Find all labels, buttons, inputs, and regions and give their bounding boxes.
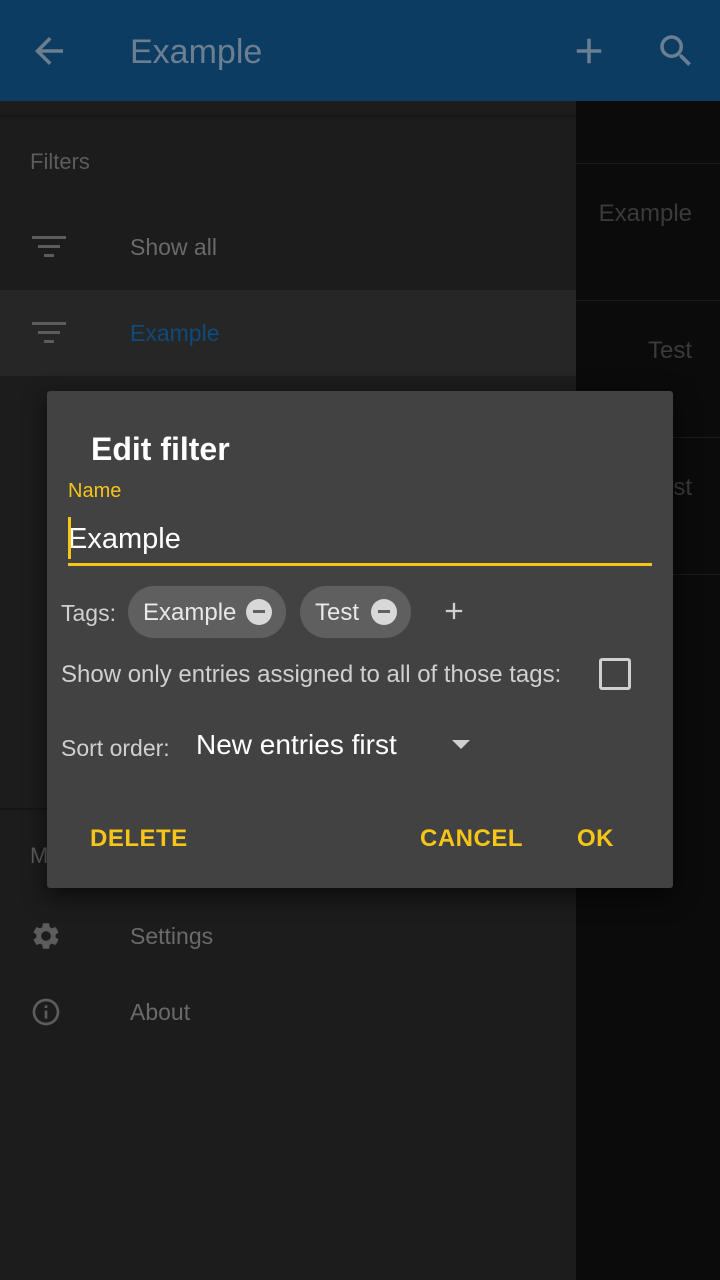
- delete-button[interactable]: DELETE: [90, 825, 188, 853]
- drawer-item-label: Show all: [130, 234, 217, 260]
- show-only-all-tags-label: Show only entries assigned to all of tho…: [61, 661, 562, 688]
- drawer-item-label: Example: [130, 320, 220, 346]
- tags-label: Tags:: [61, 600, 116, 626]
- tag-chip-label: Example: [143, 599, 237, 626]
- list-item-label: st: [673, 474, 692, 501]
- info-icon: [32, 998, 60, 1026]
- list-item[interactable]: Example: [576, 163, 720, 300]
- tag-chip-test[interactable]: Test: [300, 586, 411, 638]
- drawer-item-label: About: [130, 999, 191, 1025]
- filter-icon: [32, 236, 66, 257]
- gear-icon: [33, 923, 59, 949]
- remove-circle-icon[interactable]: [246, 599, 272, 625]
- more-header: M: [30, 843, 49, 868]
- dropdown-arrow-icon[interactable]: [452, 740, 470, 749]
- filter-icon: [32, 322, 66, 343]
- sort-order-label: Sort order:: [61, 735, 170, 761]
- remove-circle-icon[interactable]: [371, 599, 397, 625]
- list-item-label: Example: [598, 200, 692, 227]
- drawer-item-show-all[interactable]: Show all: [0, 204, 576, 290]
- plus-icon[interactable]: [568, 30, 610, 72]
- tag-chip-example[interactable]: Example: [128, 586, 286, 638]
- cancel-button[interactable]: CANCEL: [420, 825, 523, 853]
- show-only-all-tags-checkbox[interactable]: [599, 658, 631, 690]
- drawer-item-settings[interactable]: Settings: [0, 893, 576, 979]
- name-field-label: Name: [68, 480, 122, 502]
- name-field[interactable]: [68, 516, 652, 566]
- dialog-title: Edit filter: [91, 431, 230, 467]
- sort-order-select[interactable]: New entries first: [196, 729, 397, 761]
- edit-filter-dialog: Edit filter Name Tags: Example Test Show…: [47, 391, 673, 888]
- screen: Example Example Test st Filters Show all…: [0, 0, 720, 1280]
- app-bar: Example: [0, 0, 720, 101]
- arrow-back-icon[interactable]: [28, 30, 70, 72]
- drawer-item-example[interactable]: Example: [0, 290, 576, 376]
- filters-header: Filters: [30, 149, 90, 174]
- search-icon[interactable]: [655, 30, 697, 72]
- drawer-item-about[interactable]: About: [0, 969, 576, 1055]
- app-bar-title: Example: [130, 33, 263, 71]
- text-cursor: [68, 517, 71, 559]
- ok-button[interactable]: OK: [577, 825, 614, 853]
- list-item-label: Test: [647, 337, 692, 364]
- tag-chip-label: Test: [315, 599, 360, 626]
- add-tag-plus-icon[interactable]: [440, 597, 468, 625]
- drawer-divider: [0, 115, 576, 117]
- drawer-item-label: Settings: [130, 923, 214, 949]
